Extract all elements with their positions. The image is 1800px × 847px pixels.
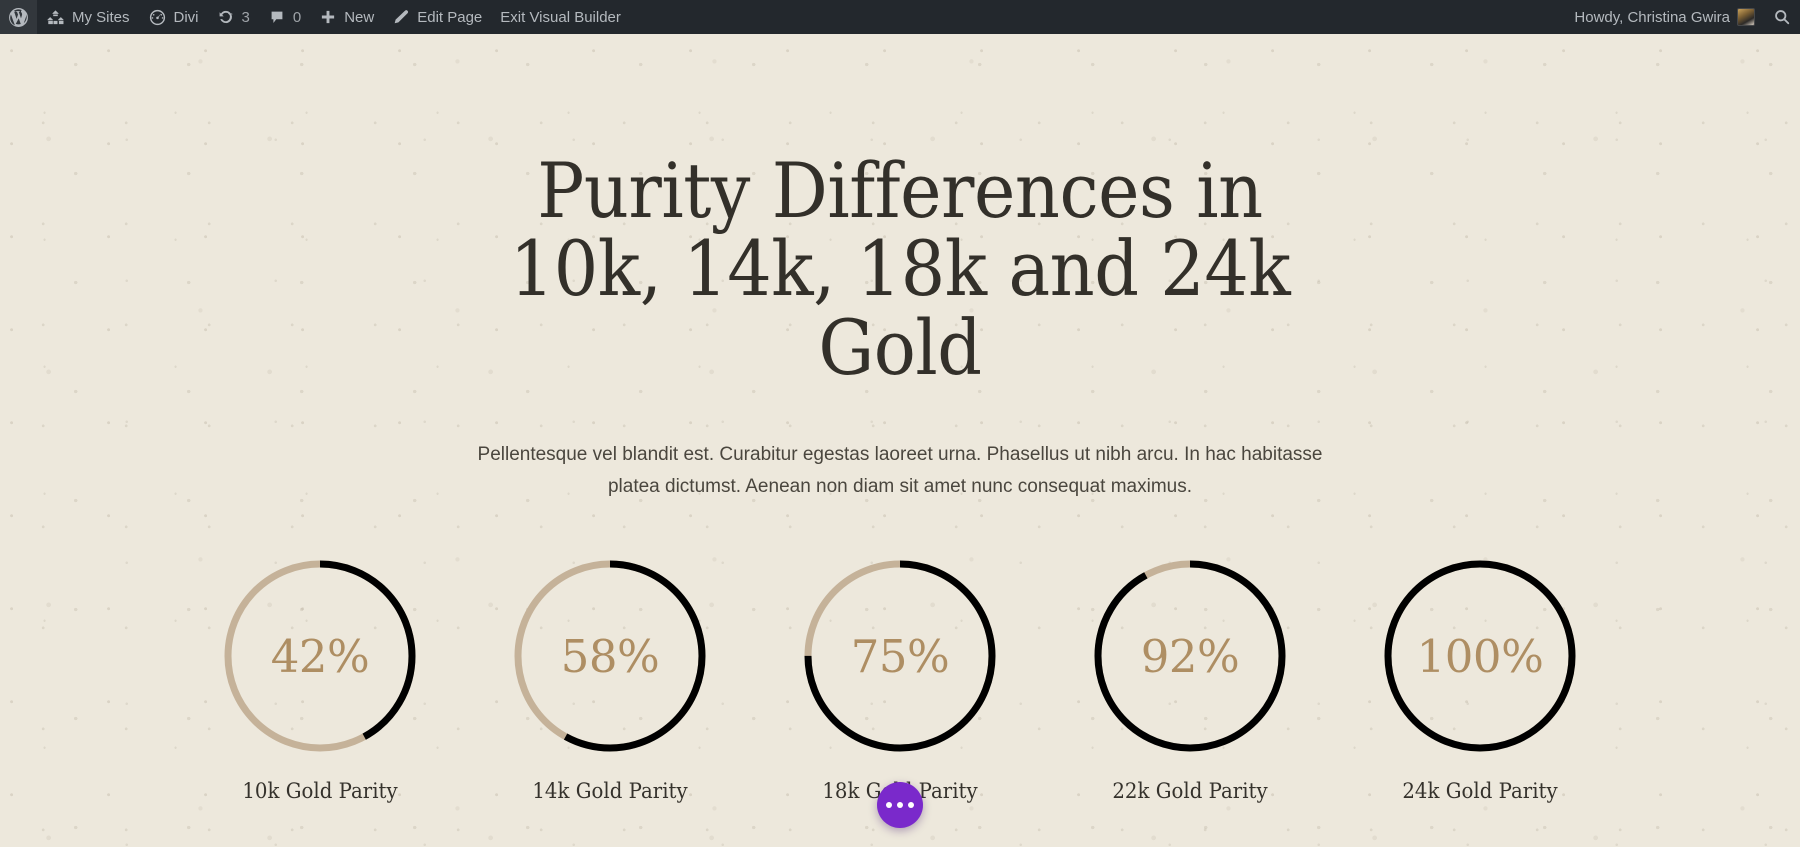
page-title: Purity Differences in 10k, 14k, 18k and … (509, 146, 1291, 392)
circle-counter-dial: 75% (800, 556, 1000, 756)
adminbar-item-search[interactable] (1764, 0, 1800, 34)
circle-counter-value: 42% (270, 629, 370, 683)
adminbar-label-edit-page: Edit Page (417, 8, 483, 26)
dot-icon (897, 802, 903, 808)
circle-counter: 75% 18k Gold Parity (800, 556, 1000, 805)
updates-icon (217, 8, 235, 26)
intro-paragraph: Pellentesque vel blandit est. Curabitur … (477, 443, 1323, 498)
adminbar-label-exit-visual-builder: Exit Visual Builder (500, 8, 621, 26)
adminbar-item-edit-page[interactable]: Edit Page (383, 0, 491, 34)
wordpress-icon (8, 7, 29, 28)
adminbar-label-my-sites: My Sites (72, 8, 130, 26)
circle-counter-value: 100% (1416, 629, 1544, 683)
adminbar-comments-count: 0 (292, 8, 302, 26)
adminbar-item-wp-logo[interactable] (0, 0, 37, 34)
circle-counter: 58% 14k Gold Parity (510, 556, 710, 805)
adminbar-item-exit-visual-builder[interactable]: Exit Visual Builder (491, 0, 630, 34)
adminbar-item-comments[interactable]: 0 (259, 0, 310, 34)
adminbar-greeting: Howdy, Christina Gwira (1574, 8, 1730, 26)
circle-counter: 92% 22k Gold Parity (1090, 556, 1290, 805)
my-sites-icon (46, 8, 65, 27)
circle-counter-label: 22k Gold Parity (1112, 779, 1268, 804)
circle-counter-dial: 100% (1380, 556, 1580, 756)
adminbar-item-my-sites[interactable]: My Sites (37, 0, 139, 34)
circle-counter-label: 14k Gold Parity (532, 779, 688, 804)
circle-counter: 42% 10k Gold Parity (220, 556, 420, 805)
page-content: Purity Differences in 10k, 14k, 18k and … (0, 34, 1800, 805)
adminbar-label-divi: Divi (173, 8, 199, 26)
adminbar-item-updates[interactable]: 3 (208, 0, 259, 34)
dot-icon (908, 802, 914, 808)
adminbar-updates-count: 3 (241, 8, 250, 26)
plus-icon (319, 8, 337, 26)
circle-counter-dial: 58% (510, 556, 710, 756)
divi-icon (148, 8, 167, 27)
dot-icon (886, 802, 892, 808)
wp-admin-bar: My Sites Divi 3 0 New Edit Page Exit Vis… (0, 0, 1800, 34)
comment-icon (268, 8, 286, 26)
avatar (1737, 8, 1755, 26)
circle-counter: 100% 24k Gold Parity (1380, 556, 1580, 805)
adminbar-item-divi[interactable]: Divi (139, 0, 208, 34)
circle-counter-value: 58% (560, 629, 660, 683)
circle-counters-row: 42% 10k Gold Parity 58% 14k Gold Parity (0, 556, 1800, 805)
search-icon (1773, 8, 1791, 26)
circle-counter-dial: 92% (1090, 556, 1290, 756)
circle-counter-value: 75% (850, 629, 950, 683)
circle-counter-value: 92% (1140, 629, 1240, 683)
adminbar-item-new[interactable]: New (310, 0, 383, 34)
circle-counter-label: 24k Gold Parity (1402, 779, 1558, 804)
divi-visual-builder-menu-button[interactable] (877, 782, 923, 828)
pencil-icon (392, 8, 410, 26)
circle-counter-label: 10k Gold Parity (242, 779, 398, 804)
adminbar-label-new: New (344, 8, 375, 26)
circle-counter-dial: 42% (220, 556, 420, 756)
adminbar-item-my-account[interactable]: Howdy, Christina Gwira (1565, 0, 1764, 34)
adminbar-right-group: Howdy, Christina Gwira (1565, 0, 1800, 34)
page-canvas: Purity Differences in 10k, 14k, 18k and … (0, 34, 1800, 847)
